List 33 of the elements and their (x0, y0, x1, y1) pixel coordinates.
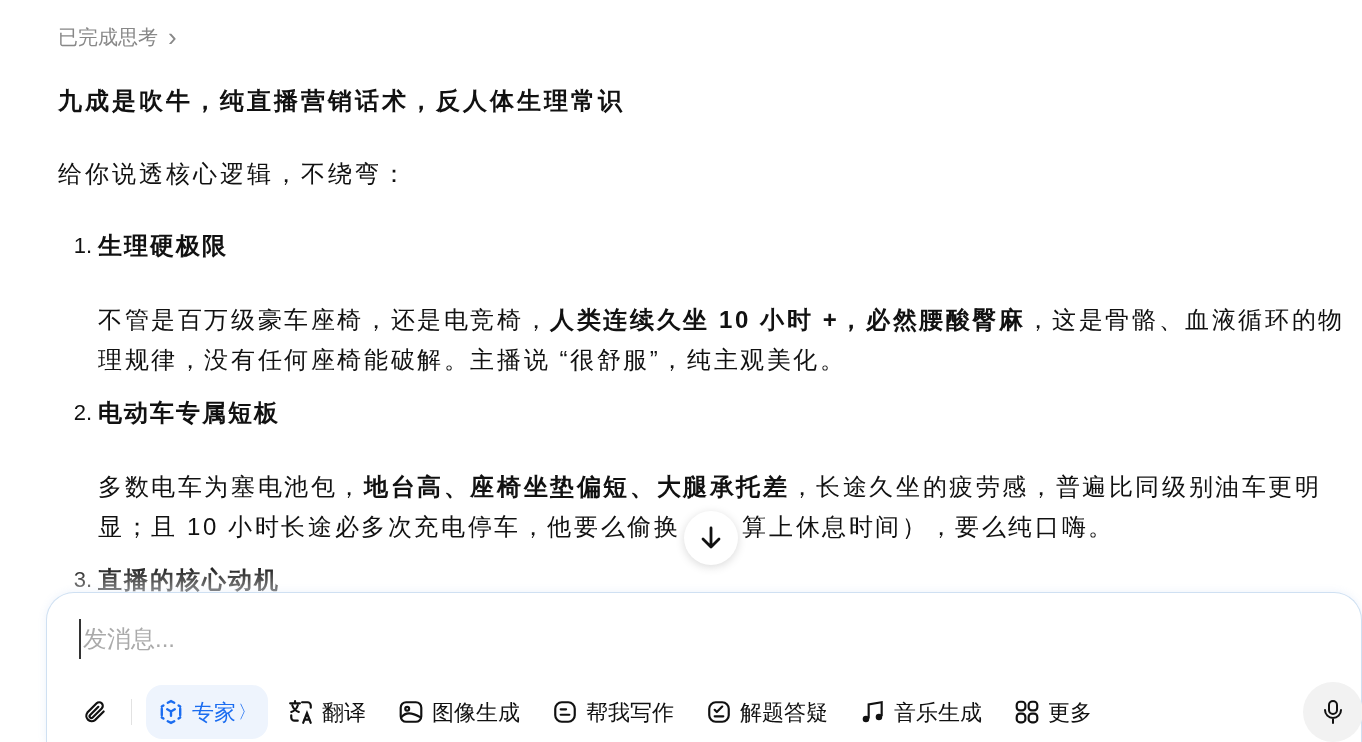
point-title: 生理硬极限 (98, 231, 228, 261)
music-note-icon (860, 699, 886, 725)
arrow-down-icon (700, 525, 723, 550)
image-icon (398, 699, 424, 725)
answer-headline: 九成是吹牛，纯直播营销话术，反人体生理常识 (58, 86, 626, 116)
checklist-icon (706, 699, 732, 725)
paragraph-line: 显；且 10 小时长途必多次充电停车，他要么偷换 (98, 512, 681, 542)
chevron-icon[interactable]: › (168, 24, 177, 50)
scroll-down-button[interactable] (684, 510, 739, 565)
list-number: 3. (72, 566, 93, 594)
cube-icon (158, 699, 184, 725)
tool-button[interactable]: 翻译 (276, 685, 378, 739)
paperclip-icon (82, 699, 108, 725)
list-number: 2. (72, 399, 93, 427)
microphone-icon (1321, 699, 1345, 725)
paragraph-line: 算上休息时间），要么纯口嗨。 (742, 512, 1115, 542)
tool-button[interactable]: 解题答疑 (694, 685, 840, 739)
point-paragraph: 不管是百万级豪车座椅，还是电竞椅，人类连续久坐 10 小时 +，必然腰酸臀麻，这是骨骼、血液循环的物理规律，没有任何座椅能破解。主播说 “很舒服”，纯主观美化。 (98, 305, 1346, 375)
tool-button[interactable]: 帮我写作 (540, 685, 686, 739)
grid-icon (1014, 699, 1040, 725)
tool-button[interactable]: 更多 (1002, 685, 1104, 739)
paragraph-line: 多数电车为塞电池包，地台高、座椅坐垫偏短、大腿承托差，长途久坐的疲劳感，普遍比同级别油车更明 (98, 472, 1322, 502)
note-icon (552, 699, 578, 725)
thinking-toggle[interactable]: 已完成思考 (58, 22, 158, 52)
point-title: 电动车专属短板 (98, 398, 280, 428)
tool-button[interactable]: 音乐生成 (848, 685, 994, 739)
point-title: 直播的核心动机 (98, 565, 280, 595)
list-number: 1. (72, 232, 93, 260)
tool-button[interactable]: 图像生成 (386, 685, 532, 739)
translate-icon (288, 699, 314, 725)
tool-button[interactable]: 专家〉 (146, 685, 268, 739)
answer-intro: 给你说透核心逻辑，不绕弯： (58, 159, 410, 189)
message-input[interactable]: 发消息... (79, 619, 979, 659)
